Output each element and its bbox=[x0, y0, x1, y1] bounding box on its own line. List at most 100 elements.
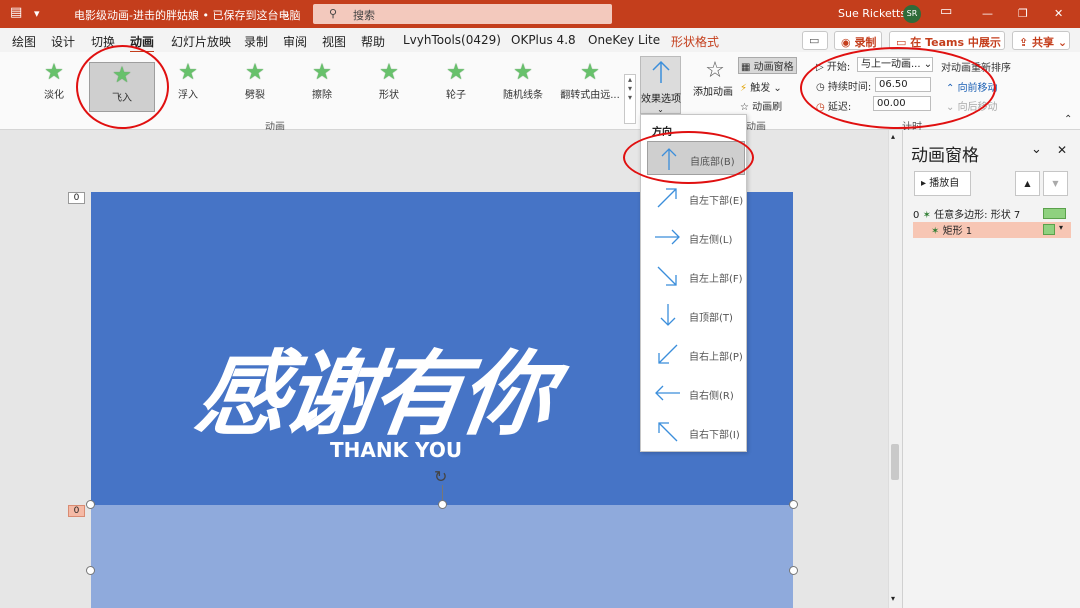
tab-draw[interactable]: 绘图 bbox=[12, 33, 36, 50]
chevron-down-icon: ⌄ bbox=[657, 105, 664, 114]
search-box[interactable]: ⚲ 搜索 bbox=[313, 4, 612, 24]
rotate-handle-icon[interactable]: ↻ bbox=[434, 467, 447, 486]
close-icon[interactable]: ✕ bbox=[1054, 7, 1063, 20]
close-icon[interactable]: ✕ bbox=[1057, 143, 1067, 157]
direction-label: 自左侧(L) bbox=[689, 235, 733, 246]
arrow-down-right-icon bbox=[657, 266, 677, 286]
chevron-down-icon[interactable]: ⌄ bbox=[282, 7, 291, 20]
arrow-up-right-icon bbox=[657, 188, 677, 208]
annotation-circle bbox=[623, 131, 754, 184]
tab-okplus[interactable]: OKPlus 4.8 bbox=[511, 33, 576, 47]
move-up-button[interactable]: ▲ bbox=[1015, 171, 1040, 196]
ribbon-display-icon[interactable]: ▭ bbox=[940, 4, 952, 19]
item-index: 0 bbox=[913, 210, 920, 221]
annotation-circle bbox=[76, 45, 169, 129]
direction-label: 自右上部(P) bbox=[689, 352, 743, 363]
direction-from-bottom-left[interactable]: 自左下部(E) bbox=[647, 181, 745, 215]
presentation-icon[interactable]: ▤ bbox=[10, 5, 22, 20]
direction-from-top-left[interactable]: 自左上部(F) bbox=[647, 259, 745, 293]
timeline-bar[interactable] bbox=[1043, 208, 1066, 219]
star-icon: ★ bbox=[312, 60, 332, 85]
direction-from-top-right[interactable]: 自右上部(P) bbox=[647, 337, 745, 371]
document-title[interactable]: 电影级动画-进击的胖姑娘 • 已保存到这台电脑 bbox=[74, 7, 300, 23]
direction-from-right[interactable]: 自右侧(R) bbox=[647, 376, 745, 410]
animation-wipe[interactable]: ★ 擦除 bbox=[291, 60, 353, 106]
animation-pane-button[interactable]: ▦ 动画窗格 bbox=[738, 57, 797, 74]
direction-label: 自左上部(F) bbox=[689, 274, 743, 285]
effect-options-label: 效果选项 bbox=[641, 94, 681, 105]
direction-label: 自顶部(T) bbox=[689, 313, 733, 324]
resize-handle[interactable] bbox=[438, 500, 447, 509]
vertical-scrollbar[interactable]: ▴ ▾ bbox=[888, 130, 902, 608]
animation-label: 轮子 bbox=[446, 90, 466, 101]
play-from-button[interactable]: ▸ 播放自 bbox=[914, 171, 971, 196]
tab-view[interactable]: 视图 bbox=[322, 33, 346, 50]
animation-tag: 0 bbox=[68, 192, 85, 204]
collapse-ribbon-icon[interactable]: ⌃ bbox=[1064, 114, 1072, 125]
chevron-down-icon[interactable]: ▾ bbox=[1059, 223, 1063, 232]
direction-from-left[interactable]: 自左侧(L) bbox=[647, 220, 745, 254]
timeline-bar[interactable] bbox=[1043, 224, 1055, 235]
tab-design[interactable]: 设计 bbox=[51, 33, 75, 50]
slide-subtitle[interactable]: THANK YOU bbox=[330, 438, 462, 462]
animation-random-bars[interactable]: ★ 随机线条 bbox=[492, 60, 554, 106]
user-name[interactable]: Sue Ricketts bbox=[838, 7, 906, 20]
gallery-scroll[interactable]: ▴ ▾ ▾ bbox=[624, 74, 636, 124]
tab-lvyhtools[interactable]: LvyhTools(0429) bbox=[403, 33, 501, 47]
animation-split[interactable]: ★ 劈裂 bbox=[224, 60, 286, 106]
arrow-down-icon bbox=[660, 304, 676, 326]
direction-from-bottom-right[interactable]: 自右下部(I) bbox=[647, 415, 745, 449]
pane-list-item[interactable]: ✶ 矩形 1 ▾ bbox=[913, 222, 1071, 238]
avatar[interactable]: SR bbox=[903, 5, 921, 23]
add-animation-button[interactable]: ☆ 添加动画 bbox=[693, 58, 733, 106]
annotation-circle bbox=[800, 47, 996, 129]
move-down-button[interactable]: ▼ bbox=[1043, 171, 1068, 196]
minimize-icon[interactable]: — bbox=[982, 7, 993, 20]
star-icon: ★ bbox=[580, 60, 600, 85]
direction-from-top[interactable]: 自顶部(T) bbox=[647, 298, 745, 332]
tab-help[interactable]: 帮助 bbox=[361, 33, 385, 50]
star-icon: ✶ bbox=[922, 210, 931, 221]
direction-label: 自右侧(R) bbox=[689, 391, 734, 402]
animation-label: 擦除 bbox=[312, 90, 332, 101]
effect-options-button[interactable]: 效果选项 ⌄ bbox=[640, 56, 681, 114]
trigger-button[interactable]: ⚡ 触发 ⌄ bbox=[740, 79, 782, 94]
search-placeholder: 搜索 bbox=[353, 9, 375, 22]
add-animation-label: 添加动画 bbox=[693, 87, 733, 98]
tab-onekey[interactable]: OneKey Lite bbox=[588, 33, 660, 47]
animation-wheel[interactable]: ★ 轮子 bbox=[425, 60, 487, 106]
chevron-down-icon[interactable]: ⌄ bbox=[1031, 142, 1042, 157]
star-icon: ★ bbox=[513, 60, 533, 85]
tab-record[interactable]: 录制 bbox=[244, 33, 268, 50]
scroll-down-icon[interactable]: ▾ bbox=[891, 594, 895, 603]
animation-label: 形状 bbox=[379, 90, 399, 101]
customize-toolbar-icon[interactable]: ▾ bbox=[34, 7, 40, 20]
arrow-up-left-icon bbox=[658, 422, 678, 442]
scroll-up-icon[interactable]: ▴ bbox=[891, 132, 895, 141]
search-icon: ⚲ bbox=[329, 7, 338, 20]
resize-handle[interactable] bbox=[86, 500, 95, 509]
animation-painter-button[interactable]: ☆ 动画刷 bbox=[740, 98, 782, 113]
pane-list-item[interactable]: 0 ✶ 任意多边形: 形状 7 bbox=[913, 206, 1071, 222]
restore-icon[interactable]: ❐ bbox=[1018, 7, 1028, 20]
resize-handle[interactable] bbox=[86, 566, 95, 575]
animation-label: 随机线条 bbox=[503, 90, 543, 101]
add-animation-icon: ☆ bbox=[705, 58, 725, 83]
selected-rectangle[interactable] bbox=[91, 505, 793, 608]
animation-pane: 动画窗格 ⌄ ✕ ▸ 播放自 ▲ ▼ 0 ✶ 任意多边形: 形状 7 ✶ 矩形 … bbox=[902, 130, 1080, 608]
arrow-right-icon bbox=[655, 229, 680, 245]
star-icon: ✶ bbox=[931, 226, 940, 237]
tab-shape-format[interactable]: 形状格式 bbox=[671, 33, 719, 50]
share-button[interactable]: ⇪ 共享 ⌄ bbox=[1012, 31, 1070, 50]
animation-shape[interactable]: ★ 形状 bbox=[358, 60, 420, 106]
tab-slideshow[interactable]: 幻灯片放映 bbox=[171, 33, 231, 50]
title-bar: ▤ ▾ 电影级动画-进击的胖姑娘 • 已保存到这台电脑 ⌄ ⚲ 搜索 Sue R… bbox=[0, 0, 1080, 28]
slide-main-text[interactable]: 感谢有你 bbox=[189, 320, 560, 453]
comments-icon[interactable]: ▭ bbox=[802, 31, 828, 50]
resize-handle[interactable] bbox=[789, 500, 798, 509]
animation-label: 劈裂 bbox=[245, 90, 265, 101]
scrollbar-thumb[interactable] bbox=[891, 444, 899, 480]
resize-handle[interactable] bbox=[789, 566, 798, 575]
tab-review[interactable]: 审阅 bbox=[283, 33, 307, 50]
animation-grow-turn[interactable]: ★ 翻转式由远... bbox=[559, 60, 621, 106]
